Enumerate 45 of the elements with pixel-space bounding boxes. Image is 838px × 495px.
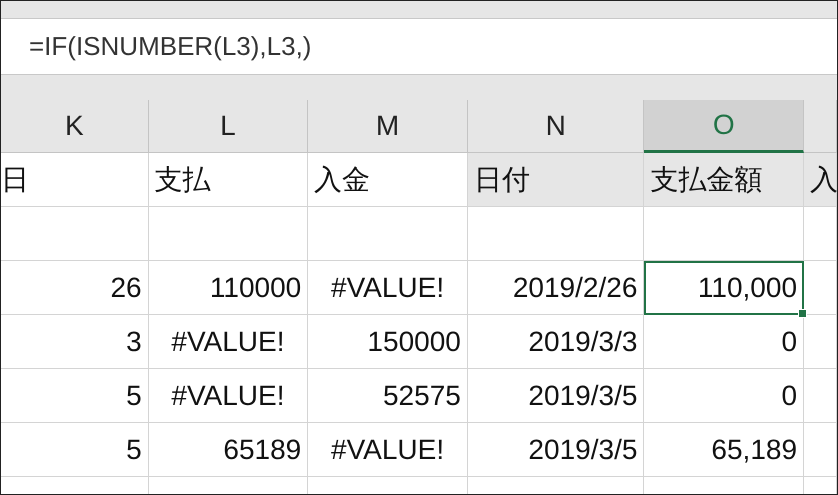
table-cell[interactable]: 150000 (308, 315, 468, 369)
table-cell[interactable] (468, 207, 644, 261)
table-cell[interactable]: #VALUE! (308, 261, 468, 315)
column-header[interactable]: O (644, 100, 804, 153)
table-cell[interactable]: 52575 (308, 369, 468, 423)
table-cell[interactable]: 110000 (148, 261, 308, 315)
table-cell[interactable]: 26 (1, 261, 149, 315)
table-cell[interactable] (804, 423, 837, 477)
table-cell[interactable]: #VALUE! (308, 423, 468, 477)
table-cell[interactable]: 65,189 (644, 423, 804, 477)
table-cell[interactable]: 入金 (308, 153, 468, 207)
table-cell[interactable]: 支払 (148, 153, 308, 207)
table-cell[interactable]: 日付 (468, 153, 644, 207)
column-header[interactable]: K (1, 100, 149, 153)
table-cell[interactable]: 0 (644, 369, 804, 423)
table-cell[interactable]: 3 (1, 315, 149, 369)
table-cell[interactable]: 2019/2/26 (468, 261, 644, 315)
table-cell[interactable]: 110,000 (644, 261, 804, 315)
table-cell[interactable]: 2019/3/5 (468, 423, 644, 477)
table-cell[interactable]: 5 (1, 369, 149, 423)
column-header[interactable] (804, 100, 837, 153)
table-cell[interactable] (804, 261, 837, 315)
table-cell[interactable] (148, 207, 308, 261)
table-cell[interactable] (804, 315, 837, 369)
table-cell[interactable]: 入 (804, 153, 837, 207)
table-cell[interactable]: 支払金額 (644, 153, 804, 207)
column-header[interactable]: L (148, 100, 308, 153)
formula-bar[interactable]: =IF(ISNUMBER(L3),L3,) (1, 18, 837, 75)
table-cell[interactable]: 2019/3/3 (468, 315, 644, 369)
column-header[interactable]: M (308, 100, 468, 153)
fill-handle[interactable] (798, 309, 808, 318)
table-cell[interactable]: 2019/3/5 (468, 369, 644, 423)
table-cell[interactable] (644, 207, 804, 261)
table-cell[interactable]: 日 (1, 153, 149, 207)
table-cell[interactable] (308, 207, 468, 261)
table-cell[interactable] (804, 207, 837, 261)
table-cell[interactable] (804, 369, 837, 423)
column-header[interactable]: N (468, 100, 644, 153)
table-cell[interactable]: 65189 (148, 423, 308, 477)
table-cell[interactable]: #VALUE! (148, 315, 308, 369)
formula-text: =IF(ISNUMBER(L3),L3,) (29, 31, 312, 62)
table-cell[interactable]: 5 (1, 423, 149, 477)
table-cell[interactable]: #VALUE! (148, 369, 308, 423)
table-cell[interactable] (1, 207, 149, 261)
table-cell[interactable]: 0 (644, 315, 804, 369)
